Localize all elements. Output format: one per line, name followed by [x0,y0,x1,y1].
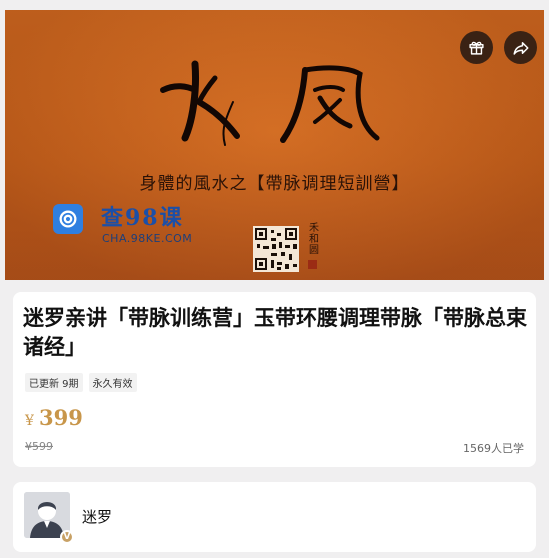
watermark-text: 查98课 [101,205,184,231]
share-arrow-icon [513,41,528,55]
course-title: 迷罗亲讲「带脉训练营」玉带环腰调理带脉「带脉总束诸经」 [23,306,527,359]
original-price: ¥599 [25,440,53,453]
currency-symbol: ¥ [25,413,34,429]
author-name[interactable]: 迷罗 [82,506,112,527]
learner-count: 1569人已学 [463,442,524,455]
current-price: ¥ 399 [25,405,83,430]
tag-updated: 已更新 9期 [25,373,83,392]
banner-subtitle: 身體的風水之【帶脉调理短訓營】 [139,174,410,194]
price-value: 399 [39,405,83,430]
calligraphy-artwork [160,60,380,146]
gift-icon [469,41,484,55]
tag-validity: 永久有效 [88,373,137,392]
red-seal-stamp [308,260,317,269]
brand-logo-icon [53,204,83,234]
artist-signature: 禾和圆 [309,223,319,256]
watermark-url: CHA.98KE.COM [102,232,193,245]
course-tags: 已更新 9期 永久有效 [25,373,137,392]
author-card[interactable]: V 迷罗 [13,482,536,552]
share-button[interactable] [504,31,537,64]
qr-code [253,226,299,272]
verified-badge: V [60,530,74,544]
course-info-card: 迷罗亲讲「带脉训练营」玉带环腰调理带脉「带脉总束诸经」 已更新 9期 永久有效 … [13,292,536,467]
course-cover-banner: 身體的風水之【帶脉调理短訓營】 查98课 CHA.98KE.COM 禾和圆 [5,10,544,280]
gift-button[interactable] [460,31,493,64]
